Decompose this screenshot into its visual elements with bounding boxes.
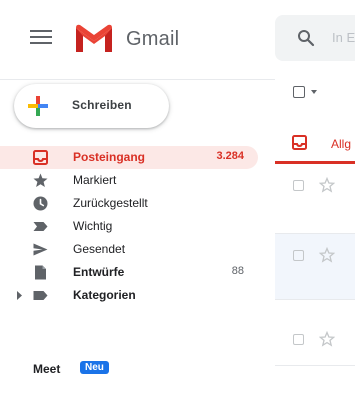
select-menu-chevron-down-icon[interactable] xyxy=(311,90,317,94)
tab-label: Allg xyxy=(331,137,352,151)
search-icon[interactable] xyxy=(297,29,315,47)
row-checkbox[interactable] xyxy=(293,180,304,191)
sidebar-item-label: Wichtig xyxy=(73,219,113,233)
sidebar-item-inbox[interactable]: Posteingang 3.284 xyxy=(0,146,258,169)
email-row[interactable] xyxy=(275,234,355,300)
sidebar-item-label: Markiert xyxy=(73,173,117,187)
expand-arrow-icon[interactable] xyxy=(17,291,23,300)
sidebar-item-snoozed[interactable]: Zurückgestellt xyxy=(0,192,258,215)
draft-icon xyxy=(35,265,46,280)
unread-count: 3.284 xyxy=(216,150,244,162)
search-bar[interactable]: In E xyxy=(275,15,355,61)
email-list: Allg xyxy=(275,70,355,394)
main-menu-button[interactable] xyxy=(30,30,52,48)
clock-icon xyxy=(33,196,48,211)
sidebar-nav: Posteingang 3.284 Markiert Zurückgestell… xyxy=(0,146,258,307)
meet-section-title: Meet xyxy=(33,362,61,376)
active-tab-indicator xyxy=(275,161,355,164)
inbox-icon xyxy=(292,135,307,150)
tab-primary[interactable]: Allg xyxy=(275,122,355,164)
top-header: Gmail In E xyxy=(0,0,355,80)
sidebar-item-sent[interactable]: Gesendet xyxy=(0,238,258,261)
sidebar-item-label: Kategorien xyxy=(73,288,136,302)
sidebar-item-label: Posteingang xyxy=(73,150,146,164)
sidebar-item-categories[interactable]: Kategorien xyxy=(0,284,258,307)
star-outline-icon[interactable] xyxy=(319,247,335,263)
email-row[interactable] xyxy=(275,300,355,366)
label-icon xyxy=(33,291,48,300)
sidebar-item-drafts[interactable]: Entwürfe 88 xyxy=(0,261,258,284)
compose-button[interactable]: Schreiben xyxy=(14,84,169,128)
hamburger-line xyxy=(30,30,52,32)
gmail-app: Gmail In E Schreiben Posteingang 3.284 M… xyxy=(0,0,355,394)
compose-label: Schreiben xyxy=(72,98,132,112)
star-outline-icon[interactable] xyxy=(319,331,335,347)
gmail-logo-icon[interactable] xyxy=(74,22,114,54)
row-checkbox[interactable] xyxy=(293,334,304,345)
email-row[interactable] xyxy=(275,168,355,234)
sidebar-item-label: Zurückgestellt xyxy=(73,196,148,210)
inbox-icon xyxy=(33,150,48,165)
search-placeholder: In E xyxy=(332,30,355,45)
hamburger-line xyxy=(30,36,52,38)
star-outline-icon[interactable] xyxy=(319,177,335,193)
sidebar-item-label: Gesendet xyxy=(73,242,126,256)
new-badge: Neu xyxy=(80,361,109,374)
star-icon xyxy=(33,173,48,187)
sidebar-item-important[interactable]: Wichtig xyxy=(0,215,258,238)
app-name: Gmail xyxy=(126,28,180,50)
hamburger-line xyxy=(30,42,52,44)
plus-icon xyxy=(28,96,48,116)
sidebar-item-starred[interactable]: Markiert xyxy=(0,169,258,192)
select-all-checkbox[interactable] xyxy=(293,86,305,98)
label-important-icon xyxy=(33,222,48,231)
row-checkbox[interactable] xyxy=(293,250,304,261)
sidebar-item-label: Entwürfe xyxy=(73,265,125,279)
draft-count: 88 xyxy=(231,265,244,277)
send-icon xyxy=(33,243,48,256)
